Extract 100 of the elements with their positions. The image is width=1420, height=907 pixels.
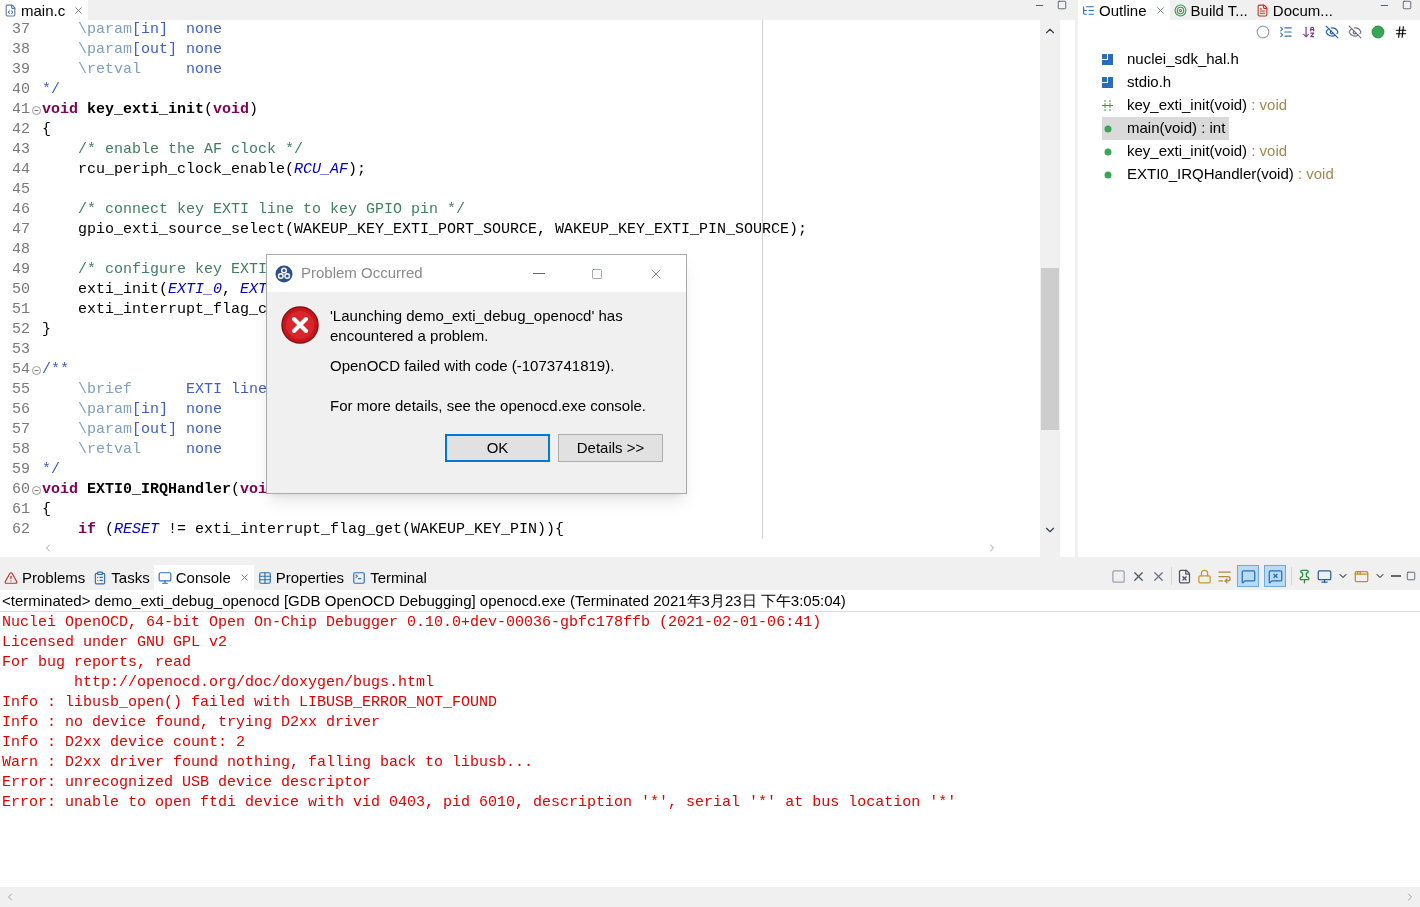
hash-icon[interactable] bbox=[1394, 25, 1408, 39]
sort-icon[interactable] bbox=[1302, 25, 1316, 39]
maximize-icon[interactable] bbox=[1406, 571, 1416, 581]
outline-item[interactable]: stdio.h bbox=[1102, 71, 1176, 94]
line-number: 41 bbox=[11, 100, 30, 120]
code-line: /* configure key EXTI bbox=[77, 260, 268, 280]
code-line: \param[out] none bbox=[77, 420, 223, 440]
close-icon[interactable] bbox=[73, 4, 85, 16]
line-number: 42 bbox=[11, 120, 30, 140]
panel-tab[interactable]: Terminal bbox=[348, 565, 431, 590]
monitor-icon[interactable] bbox=[1317, 568, 1332, 584]
scrollbar-thumb[interactable] bbox=[1041, 268, 1059, 430]
line-number: 55 bbox=[11, 380, 30, 400]
warning-icon bbox=[4, 570, 18, 585]
error-icon bbox=[281, 306, 319, 344]
code-line: \retval none bbox=[77, 60, 223, 80]
code-line: \param[out] none bbox=[77, 40, 223, 60]
code-line: exti_init(EXTI_0, EXT bbox=[77, 280, 268, 300]
minimize-icon bbox=[533, 273, 545, 274]
line-number: 46 bbox=[11, 200, 30, 220]
line-number: 43 bbox=[11, 140, 30, 160]
line-number: 40 bbox=[11, 80, 30, 100]
line-number: 52 bbox=[11, 320, 30, 340]
console-line: For bug reports, read bbox=[2, 653, 192, 673]
function-dot-icon bbox=[1103, 124, 1112, 133]
outline-item[interactable]: EXTI0_IRQHandler(void) : void bbox=[1102, 163, 1338, 186]
function-dot-icon bbox=[1103, 170, 1112, 179]
outline-item[interactable]: main(void) : int bbox=[1102, 117, 1230, 140]
lock-icon[interactable] bbox=[1197, 568, 1212, 584]
clipboard-icon bbox=[93, 570, 108, 585]
stop-icon[interactable] bbox=[1111, 568, 1126, 584]
maximize-icon[interactable] bbox=[1057, 0, 1067, 10]
fold-icon[interactable] bbox=[31, 485, 41, 495]
panel-tab[interactable]: Tasks bbox=[89, 565, 154, 590]
panel-tab[interactable]: Problems bbox=[0, 565, 90, 590]
code-line: \brief EXTI line bbox=[77, 380, 268, 400]
message-toggle[interactable] bbox=[1237, 565, 1259, 587]
line-number: 48 bbox=[11, 240, 30, 260]
code-line: \param[in] none bbox=[77, 400, 223, 420]
outline-item[interactable]: key_exti_init(void) : void bbox=[1102, 94, 1292, 117]
code-line: /** bbox=[42, 360, 69, 380]
pin-icon[interactable] bbox=[1297, 568, 1312, 584]
hide-fields-icon[interactable] bbox=[1325, 25, 1339, 39]
line-number: 59 bbox=[11, 460, 30, 480]
console-line: Info : libusb_open() failed with LIBUSB_ERROR_NOT_FOUND bbox=[2, 693, 498, 713]
word-wrap-icon[interactable] bbox=[1217, 568, 1232, 584]
table-icon bbox=[257, 570, 272, 585]
code-line: void EXTI0_IRQHandler(voi bbox=[42, 480, 268, 500]
console-line: Error: unable to open ftdi device with vid 0403, pid 6010, description '*', serial '*' at bus location '*' bbox=[2, 793, 957, 813]
fold-icon[interactable] bbox=[31, 365, 41, 375]
line-number: 62 bbox=[11, 520, 30, 539]
code-line: void key_exti_init(void) bbox=[42, 100, 259, 120]
console-line: Info : D2xx device count: 2 bbox=[2, 733, 246, 753]
include-icon bbox=[1102, 54, 1113, 65]
code-line: /* enable the AF clock */ bbox=[77, 140, 304, 160]
dot-icon[interactable] bbox=[1371, 25, 1385, 39]
line-number: 49 bbox=[11, 260, 30, 280]
code-line: \param[in] none bbox=[77, 20, 223, 40]
message-error-toggle[interactable] bbox=[1264, 565, 1286, 587]
monitor-icon bbox=[157, 570, 172, 585]
panel-tab[interactable]: Build T... bbox=[1169, 0, 1252, 20]
outline-item[interactable]: key_exti_init(void) : void bbox=[1102, 140, 1292, 163]
new-window-icon[interactable] bbox=[1354, 568, 1369, 584]
panel-tab[interactable]: Docum... bbox=[1251, 0, 1337, 20]
line-number: 47 bbox=[11, 220, 30, 240]
code-line: { bbox=[42, 120, 51, 140]
console-line: Licensed under GNU GPL v2 bbox=[2, 633, 228, 653]
clear-console-icon[interactable] bbox=[1177, 568, 1192, 584]
dialog-button[interactable]: OK bbox=[445, 434, 550, 462]
outline-item[interactable]: nuclei_sdk_hal.h bbox=[1102, 48, 1243, 71]
error-hint: For more details, see the openocd.exe console. bbox=[330, 396, 648, 416]
line-number: 61 bbox=[11, 500, 30, 520]
line-number: 56 bbox=[11, 400, 30, 420]
panel-tab[interactable]: Console bbox=[153, 565, 254, 590]
console-line: Error: unrecognized USB device descriptor bbox=[2, 773, 372, 793]
code-line: } bbox=[42, 320, 51, 340]
console-line: Info : no device found, trying D2xx driver bbox=[2, 713, 381, 733]
dialog-button[interactable]: Details >> bbox=[558, 434, 663, 462]
line-number: 51 bbox=[11, 300, 30, 320]
terminal-icon bbox=[352, 570, 367, 585]
line-number: 37 bbox=[11, 20, 30, 40]
close-icon[interactable] bbox=[238, 572, 250, 583]
close-icon[interactable] bbox=[1154, 4, 1166, 16]
code-line: gpio_exti_source_select(WAKEUP_KEY_EXTI_PORT_SOURCE, WAKEUP_KEY_EXTI_PIN_SOURCE); bbox=[77, 220, 808, 240]
c-file-icon bbox=[4, 3, 17, 17]
dialog-title: Problem Occurred bbox=[301, 263, 423, 284]
hide-static-icon[interactable] bbox=[1348, 25, 1362, 39]
error-reason: OpenOCD failed with code (-1073741819). bbox=[330, 356, 616, 376]
maximize-icon[interactable] bbox=[1402, 0, 1412, 10]
panel-tab[interactable]: Properties bbox=[253, 565, 349, 590]
code-line: { bbox=[42, 500, 51, 520]
collapse-icon[interactable] bbox=[1279, 25, 1293, 39]
console-line: Warn : D2xx driver found nothing, falling back to libusb... bbox=[2, 753, 534, 773]
editor-tab[interactable]: main.c bbox=[0, 0, 89, 20]
fold-icon[interactable] bbox=[31, 105, 41, 115]
code-line: */ bbox=[42, 80, 60, 100]
line-number: 50 bbox=[11, 280, 30, 300]
line-number: 39 bbox=[11, 60, 30, 80]
panel-tab[interactable]: Outline bbox=[1078, 0, 1170, 20]
code-line: /* connect key EXTI line to key GPIO pin */ bbox=[77, 200, 466, 220]
